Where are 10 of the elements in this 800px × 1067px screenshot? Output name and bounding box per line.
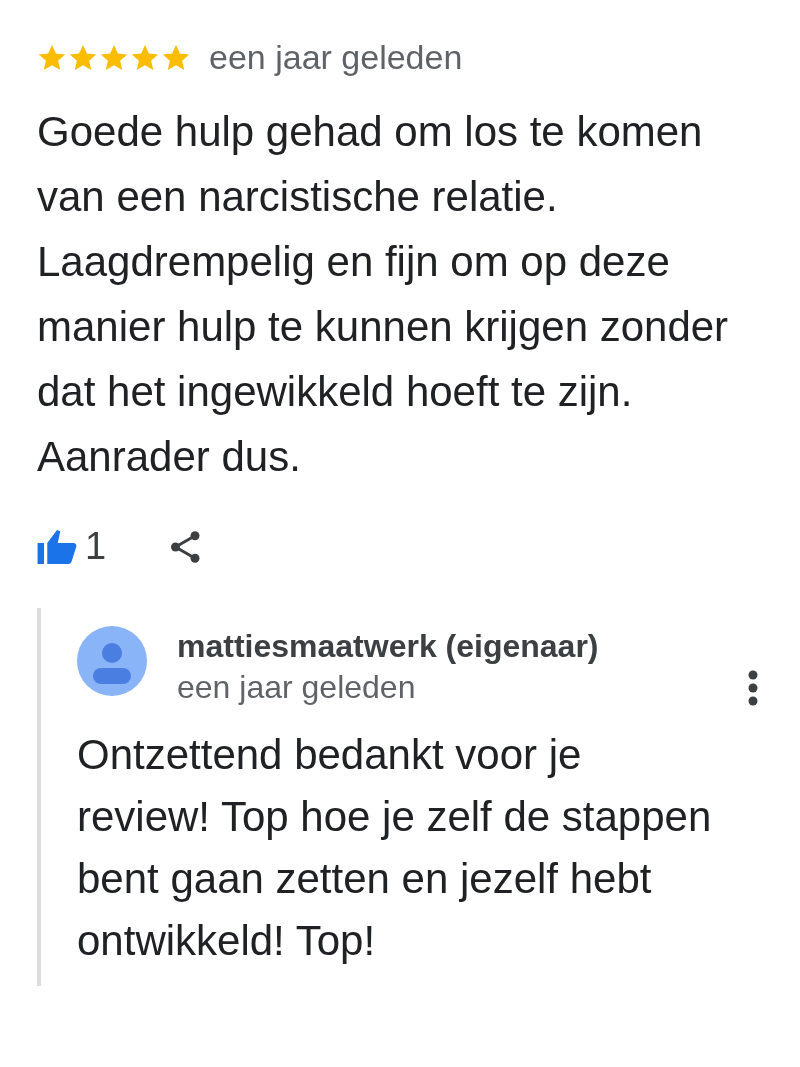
- review-text: Goede hulp gehad om los te komen van een narcistische relatie. Laagdrempelig en fijn om op deze manier hulp te kunnen krijgen zonder dat het ingewikkeld hoeft te zijn. Aanrader dus.: [37, 107, 730, 482]
- review-time: een jaar geleden: [209, 38, 463, 77]
- reply-time: een jaar geleden: [177, 669, 417, 706]
- more-icon: [748, 670, 758, 706]
- reply-text: Ontzettend bedankt voor je review! Top hoe je zelf de stappen bent gaan zetten en jezelf hebt ontwikkeld! Top!: [77, 730, 713, 966]
- more-options-button[interactable]: [748, 670, 758, 706]
- avatar-icon: [77, 626, 147, 696]
- thumbs-up-icon: [37, 529, 77, 564]
- like-button[interactable]: 1: [37, 525, 107, 568]
- owner-name: mattiesmaatwerk (eigenaar): [177, 628, 600, 665]
